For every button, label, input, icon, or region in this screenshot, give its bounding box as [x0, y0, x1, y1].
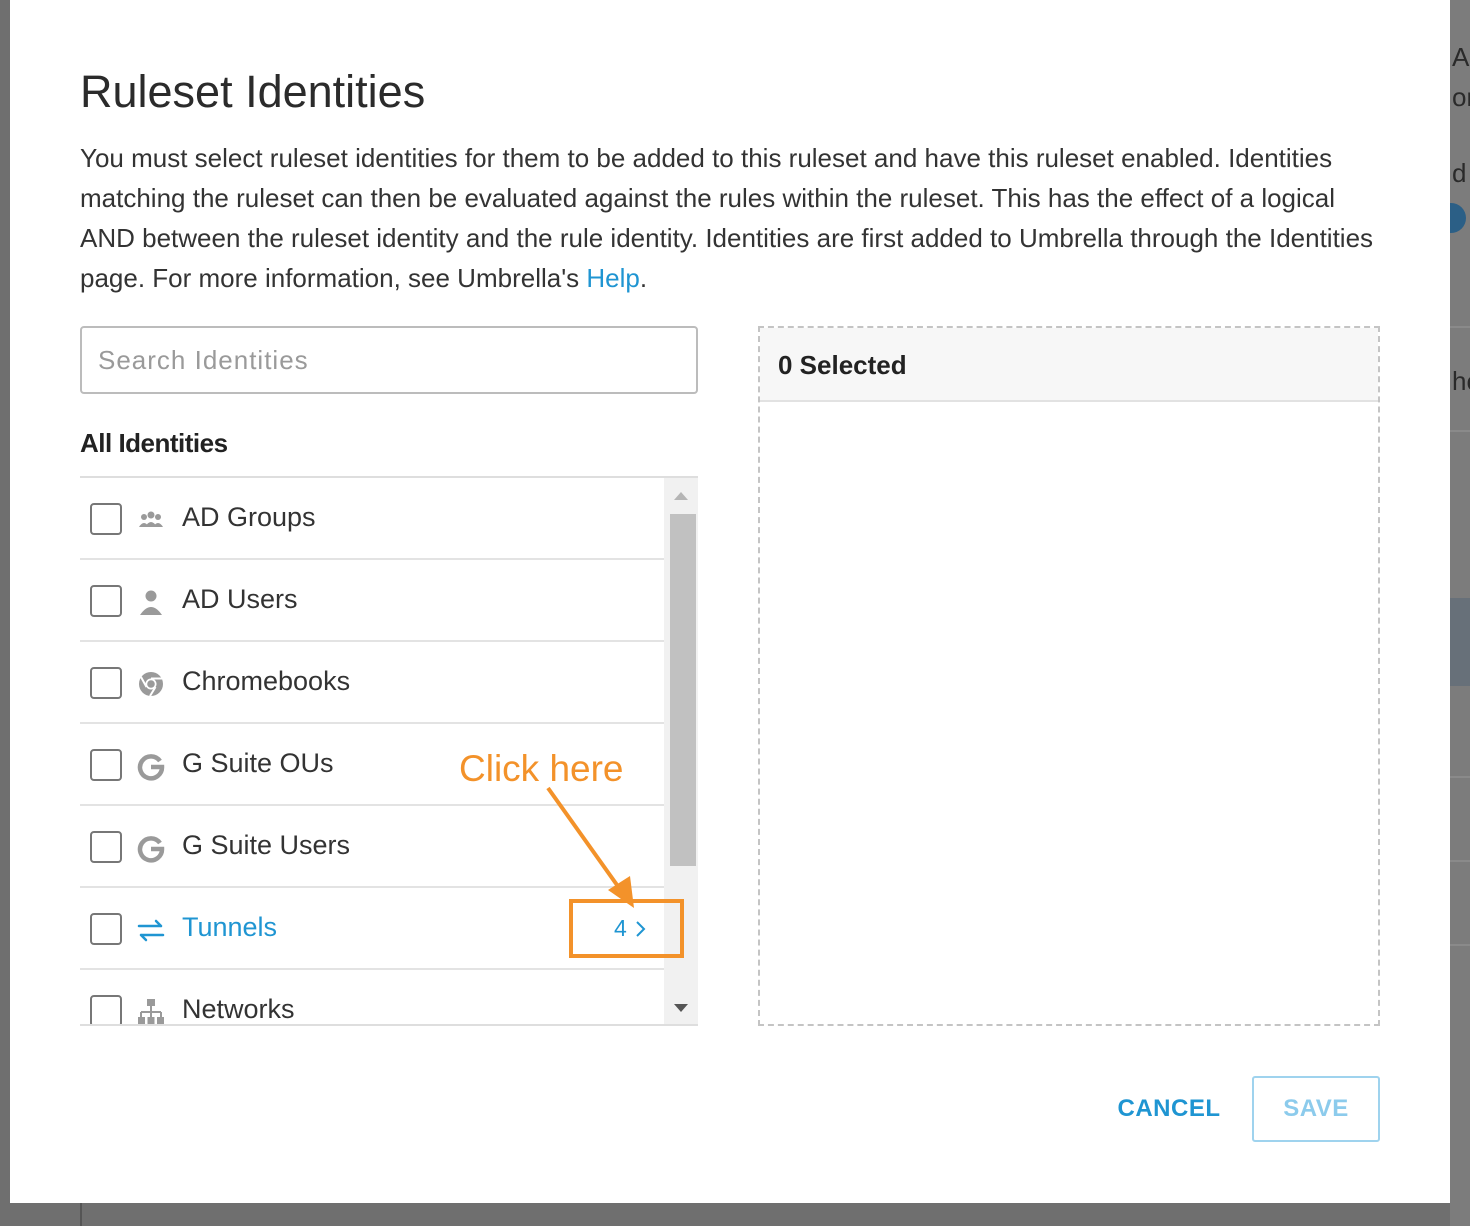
scroll-thumb[interactable] — [670, 514, 696, 866]
background-page: A or d F ho — [1450, 0, 1470, 1226]
background-info-icon — [1450, 203, 1466, 233]
g-suite-ous-checkbox[interactable] — [90, 749, 122, 781]
background-text: A — [1452, 42, 1470, 72]
background-text: or — [1452, 82, 1470, 112]
annotation-highlight-box — [569, 899, 684, 958]
networks-label: Networks — [182, 994, 295, 1024]
description-text: You must select ruleset identities for t… — [80, 143, 1374, 293]
selected-identities-panel: 0 Selected — [758, 326, 1380, 1026]
background-text: d F — [1452, 158, 1470, 188]
modal-title: Ruleset Identities — [80, 66, 426, 117]
tunnels-checkbox[interactable] — [90, 913, 122, 945]
background-divider — [1450, 860, 1470, 862]
ad-users-icon — [140, 590, 162, 615]
list-item-ad-users[interactable]: AD Users — [80, 560, 664, 642]
chromebooks-label: Chromebooks — [182, 666, 351, 696]
background-divider — [1450, 326, 1470, 328]
ad-users-checkbox[interactable] — [90, 585, 122, 617]
ad-groups-icon — [139, 511, 163, 527]
ad-users-label: AD Users — [182, 584, 298, 614]
annotation-arrow-icon — [546, 786, 634, 908]
chrome-icon — [139, 672, 163, 697]
search-identities-input[interactable] — [80, 326, 698, 394]
background-divider — [1450, 776, 1470, 778]
tunnel-arrows-icon — [137, 919, 165, 942]
ruleset-identities-modal: Ruleset Identities You must select rules… — [10, 0, 1450, 1203]
ad-groups-checkbox[interactable] — [90, 503, 122, 535]
background-divider — [1450, 944, 1470, 946]
background-text: ho — [1452, 366, 1470, 396]
list-item-ad-groups[interactable]: AD Groups — [80, 478, 664, 560]
tunnels-label: Tunnels — [182, 912, 278, 942]
google-g-icon — [137, 754, 165, 781]
help-link[interactable]: Help — [586, 263, 639, 293]
g-suite-users-checkbox[interactable] — [90, 831, 122, 863]
chromebooks-checkbox[interactable] — [90, 667, 122, 699]
g-suite-users-label: G Suite Users — [182, 830, 351, 860]
scroll-up-arrow-icon[interactable] — [664, 484, 698, 508]
background-block — [1450, 598, 1470, 686]
save-button[interactable]: SAVE — [1252, 1076, 1380, 1142]
description-suffix: . — [639, 263, 648, 293]
g-suite-ous-label: G Suite OUs — [182, 748, 334, 778]
cancel-button[interactable]: CANCEL — [1102, 1076, 1236, 1142]
background-divider — [1450, 430, 1470, 432]
list-item-chromebooks[interactable]: Chromebooks — [80, 642, 664, 724]
network-icon — [138, 999, 164, 1024]
modal-description: You must select ruleset identities for t… — [80, 138, 1380, 298]
list-item-networks[interactable]: Networks — [80, 970, 664, 1024]
selected-count-header: 0 Selected — [760, 328, 1378, 402]
ad-groups-label: AD Groups — [182, 502, 316, 532]
scroll-down-arrow-icon[interactable] — [664, 996, 698, 1020]
networks-checkbox[interactable] — [90, 995, 122, 1024]
google-g-icon — [137, 836, 165, 863]
background-divider — [80, 1203, 82, 1226]
all-identities-label: All Identities — [80, 428, 228, 458]
